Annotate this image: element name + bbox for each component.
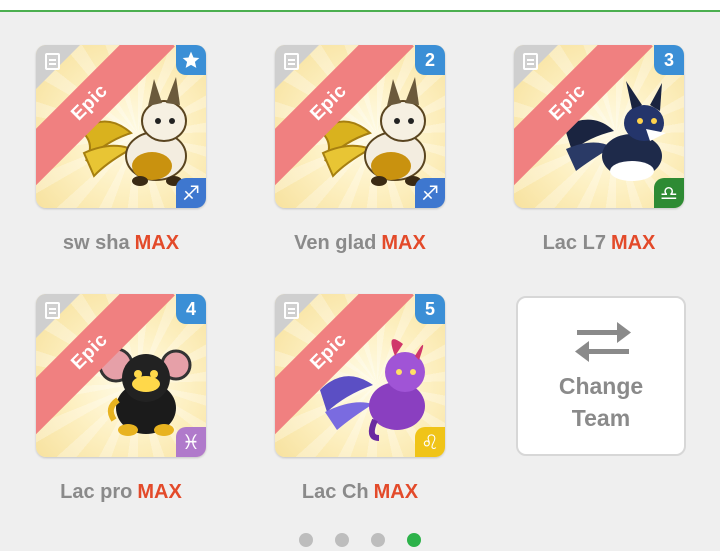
monster-card[interactable]: Epic 4 ♓ [36,294,206,457]
memo-icon[interactable] [523,53,538,70]
star-icon [176,45,206,75]
monster-name: Lac pro [60,481,133,503]
slot-number-badge: 3 [654,45,684,75]
monster-label: Lac Ch MAX [275,481,445,504]
monster-card[interactable]: Epic 5 ♌ [275,294,445,457]
team-slot-3[interactable]: Epic 3 ♎ Lac L7 MAX [514,45,684,255]
page-dot-4-active[interactable] [407,533,421,547]
monster-name: Ven glad [294,232,377,254]
memo-icon[interactable] [45,53,60,70]
monster-name: sw sha [62,232,130,254]
memo-icon[interactable] [45,302,60,319]
monster-card[interactable]: Epic 3 ♎ [514,45,684,208]
memo-icon[interactable] [284,53,299,70]
monster-label: sw sha MAX [36,232,206,255]
team-slot-4[interactable]: Epic 4 ♓ Lac pro MAX [36,294,206,504]
memo-icon[interactable] [284,302,299,319]
level-max: MAX [610,232,656,254]
level-max: MAX [373,481,419,503]
leo-icon: ♌ [415,427,445,457]
team-slot-5[interactable]: Epic 5 ♌ Lac Ch MAX [275,294,445,504]
page-dot-1[interactable] [299,533,313,547]
slot-number-badge: 4 [176,294,206,324]
top-bar [0,0,720,12]
swap-arrows-icon [575,322,631,362]
pagination-dots [0,533,720,549]
change-team-label: Change Team [558,373,644,431]
pisces-icon: ♓ [176,427,206,457]
slot-number-badge: 2 [415,45,445,75]
libra-icon: ♎ [654,178,684,208]
monster-card[interactable]: Epic ♐ [36,45,206,208]
sagittarius-icon: ♐ [176,178,206,208]
monster-name: Lac L7 [542,232,606,254]
level-max: MAX [134,232,180,254]
monster-name: Lac Ch [301,481,369,503]
sagittarius-icon: ♐ [415,178,445,208]
change-team-button[interactable]: Change Team [516,296,686,456]
level-max: MAX [381,232,426,254]
team-slot-2[interactable]: Epic 2 ♐ Ven glad MAX [275,45,445,255]
monster-label: Lac pro MAX [36,481,206,504]
level-max: MAX [137,481,182,503]
page-dot-2[interactable] [335,533,349,547]
monster-label: Ven glad MAX [275,232,445,255]
monster-label: Lac L7 MAX [514,232,684,255]
team-slot-1[interactable]: Epic ♐ sw sha MAX [36,45,206,255]
page-dot-3[interactable] [371,533,385,547]
slot-number-badge: 5 [415,294,445,324]
monster-card[interactable]: Epic 2 ♐ [275,45,445,208]
